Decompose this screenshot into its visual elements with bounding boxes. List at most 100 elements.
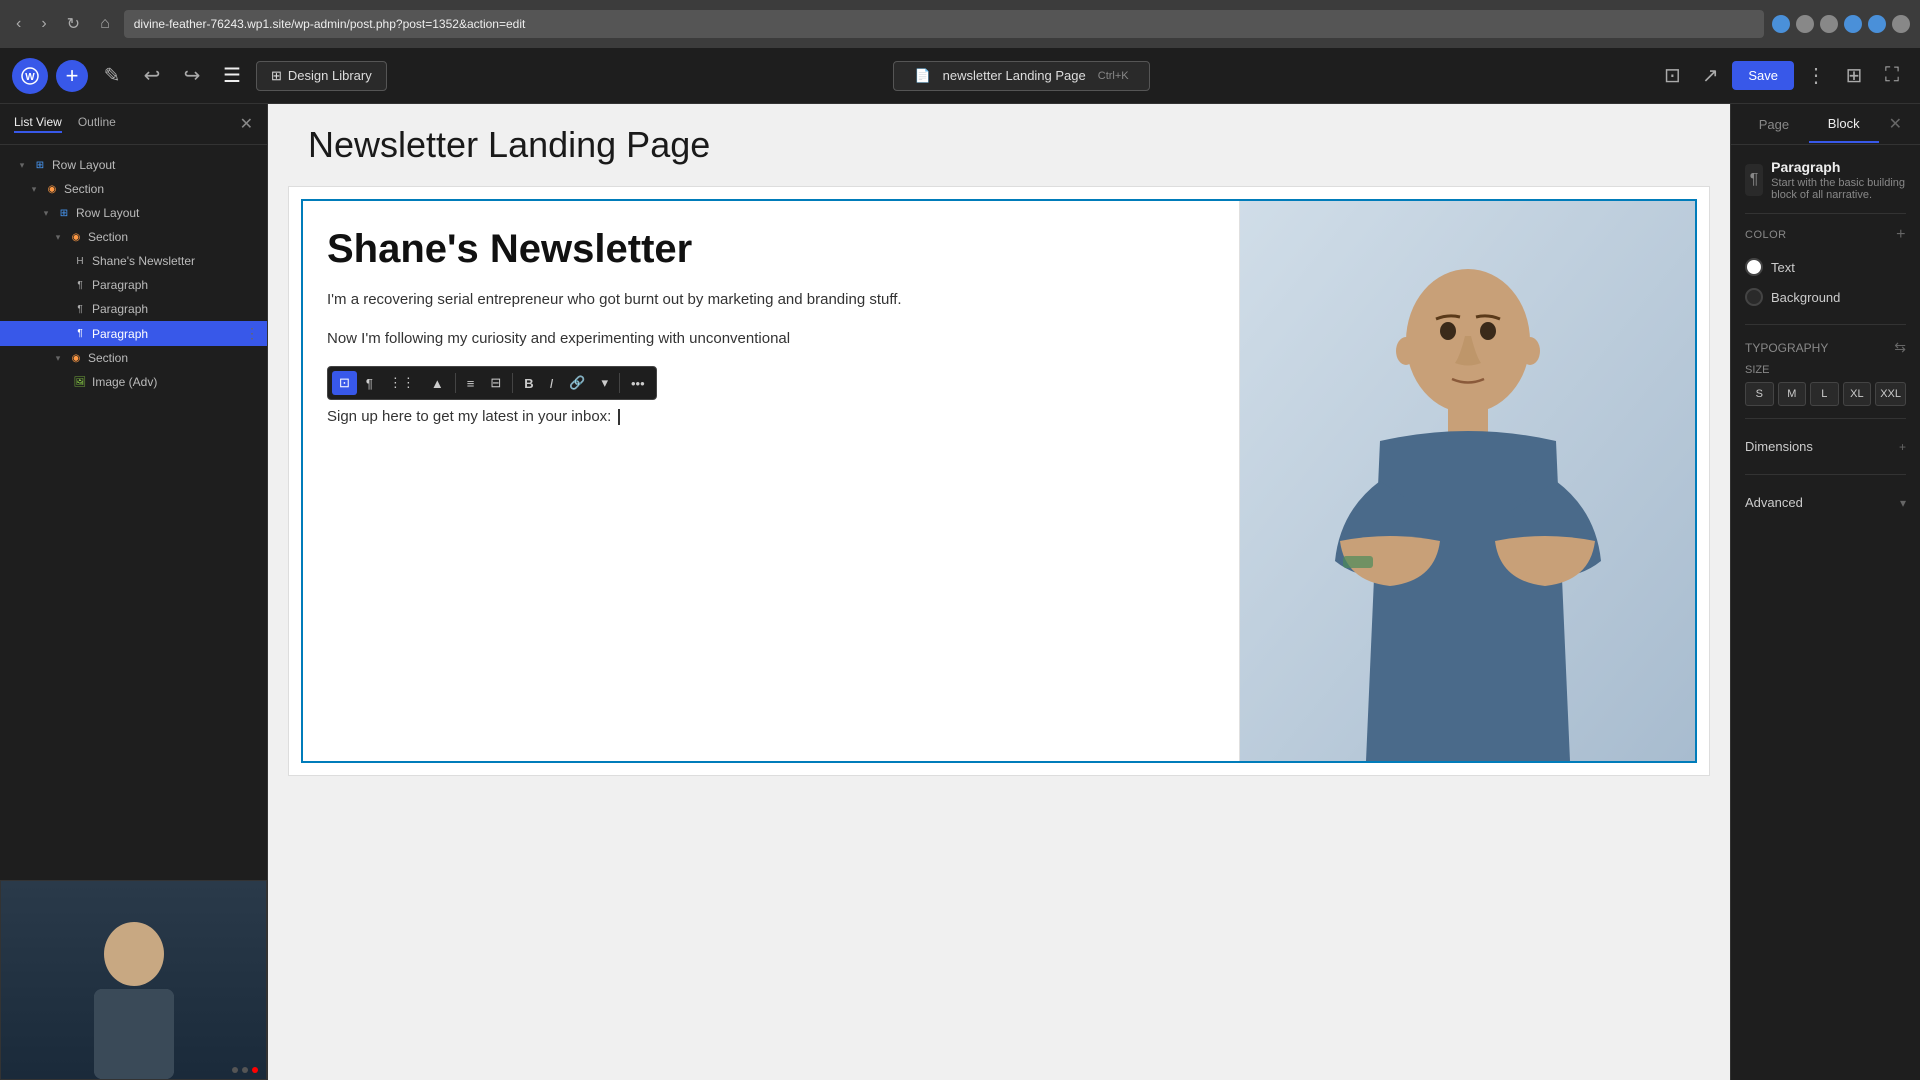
toolbar-divider-3 bbox=[619, 373, 620, 393]
color-add-icon[interactable]: + bbox=[1896, 226, 1906, 244]
person-svg bbox=[1240, 201, 1695, 761]
toolbar-more-dropdown-btn[interactable]: ▾ bbox=[594, 371, 615, 395]
canvas-left-column[interactable]: Shane's Newsletter I'm a recovering seri… bbox=[303, 201, 1240, 761]
panel-tabs: List View Outline bbox=[14, 115, 116, 133]
paragraph-block-icon: ¶ bbox=[72, 277, 88, 293]
advanced-label: Advanced bbox=[1745, 495, 1803, 510]
browser-forward-btn[interactable]: › bbox=[35, 11, 52, 37]
design-library-button[interactable]: ⊞ Design Library bbox=[256, 61, 387, 91]
tree-label: Row Layout bbox=[76, 206, 139, 220]
tab-outline[interactable]: Outline bbox=[78, 115, 116, 133]
divider-2 bbox=[1745, 324, 1906, 325]
sign-up-text-content: Sign up here to get my latest in your in… bbox=[327, 408, 611, 425]
background-color-swatch[interactable] bbox=[1745, 288, 1763, 306]
preview-button[interactable]: ⊡ bbox=[1656, 60, 1688, 92]
toolbar-move-btn[interactable]: ▲ bbox=[424, 372, 451, 395]
toolbar-link-btn[interactable]: 🔗 bbox=[562, 371, 592, 395]
browser-extension-icon-1[interactable] bbox=[1772, 15, 1790, 33]
right-panel-close-button[interactable]: ✕ bbox=[1879, 104, 1912, 144]
tab-page[interactable]: Page bbox=[1739, 107, 1809, 142]
advanced-toggle[interactable]: Advanced ▾ bbox=[1745, 487, 1906, 518]
paragraph-1[interactable]: I'm a recovering serial entrepreneur who… bbox=[327, 289, 1215, 312]
tree-item-section-2[interactable]: ▾ ◉ Section bbox=[0, 225, 267, 249]
browser-extension-icon-3[interactable] bbox=[1820, 15, 1838, 33]
browser-url-bar[interactable] bbox=[124, 10, 1764, 38]
toolbar-drag-btn[interactable]: ⊡ bbox=[332, 371, 357, 395]
tree-item-row-layout-2[interactable]: ▾ ⊞ Row Layout bbox=[0, 201, 267, 225]
block-type-icon: ¶ bbox=[1745, 164, 1763, 196]
browser-chrome: ‹ › ↻ ⌂ bbox=[0, 0, 1920, 48]
page-icon: 📄 bbox=[914, 68, 930, 84]
tree-item-section-1[interactable]: ▾ ◉ Section bbox=[0, 177, 267, 201]
panel-close-button[interactable]: ✕ bbox=[240, 114, 253, 134]
list-view-button[interactable]: ☰ bbox=[216, 60, 248, 92]
browser-back-btn[interactable]: ‹ bbox=[10, 11, 27, 37]
page-title-heading: Newsletter Landing Page bbox=[288, 124, 1710, 166]
color-row-background: Background bbox=[1745, 282, 1906, 312]
sign-up-text[interactable]: Sign up here to get my latest in your in… bbox=[327, 408, 1215, 425]
size-s-btn[interactable]: S bbox=[1745, 382, 1774, 406]
browser-extension-icon-2[interactable] bbox=[1796, 15, 1814, 33]
toolbar-italic-btn[interactable]: I bbox=[543, 372, 561, 395]
tree-item-paragraph-2[interactable]: ¶ Paragraph bbox=[0, 297, 267, 321]
tree-item-more-button[interactable]: ⋮ bbox=[245, 325, 259, 342]
size-xxl-btn[interactable]: XXL bbox=[1875, 382, 1906, 406]
tree-label: Section bbox=[64, 182, 104, 196]
size-xl-btn[interactable]: XL bbox=[1843, 382, 1872, 406]
edit-tools-button[interactable]: ✎ bbox=[96, 60, 128, 92]
browser-home-btn[interactable]: ⌂ bbox=[94, 11, 116, 37]
size-m-btn[interactable]: M bbox=[1778, 382, 1807, 406]
size-l-btn[interactable]: L bbox=[1810, 382, 1839, 406]
browser-extension-icon-4[interactable] bbox=[1844, 15, 1862, 33]
dimensions-add-icon[interactable]: + bbox=[1899, 440, 1906, 454]
wp-logo[interactable]: W bbox=[12, 58, 48, 94]
tab-block[interactable]: Block bbox=[1809, 106, 1879, 143]
toolbar-drag-handle-btn[interactable]: ⋮⋮ bbox=[382, 371, 422, 395]
tab-list-view[interactable]: List View bbox=[14, 115, 62, 133]
add-block-button[interactable]: + bbox=[56, 60, 88, 92]
tree-item-paragraph-3-selected[interactable]: ¶ Paragraph ⋮ bbox=[0, 321, 267, 346]
browser-extension-icon-5[interactable] bbox=[1868, 15, 1886, 33]
typography-label: Typography bbox=[1745, 341, 1828, 355]
canvas-area[interactable]: Newsletter Landing Page Shane's Newslett… bbox=[268, 104, 1730, 1080]
color-section-label: Color + bbox=[1745, 226, 1906, 244]
typography-edit-icon[interactable]: ⇆ bbox=[1894, 339, 1906, 356]
text-cursor bbox=[618, 409, 620, 425]
view-toggle-button[interactable]: ⊞ bbox=[1838, 60, 1870, 92]
fullscreen-button[interactable]: ⛶ bbox=[1876, 60, 1908, 92]
block-type-info: Paragraph Start with the basic building … bbox=[1771, 159, 1906, 201]
toolbar-table-btn[interactable]: ⊟ bbox=[483, 371, 508, 395]
undo-button[interactable]: ↩ bbox=[136, 60, 168, 92]
more-options-button[interactable]: ⋮ bbox=[1800, 60, 1832, 92]
toolbar-bold-btn[interactable]: B bbox=[517, 372, 540, 395]
color-label-text: Color bbox=[1745, 229, 1787, 241]
canvas-section[interactable]: Shane's Newsletter I'm a recovering seri… bbox=[301, 199, 1697, 763]
tree-item-section-3[interactable]: ▾ ◉ Section bbox=[0, 346, 267, 370]
tree-item-row-layout-1[interactable]: ▾ ⊞ Row Layout bbox=[0, 153, 267, 177]
page-title-bar[interactable]: 📄 newsletter Landing Page Ctrl+K bbox=[893, 61, 1149, 91]
text-color-label: Text bbox=[1771, 260, 1795, 275]
browser-profile-icon[interactable] bbox=[1892, 15, 1910, 33]
redo-button[interactable]: ↪ bbox=[176, 60, 208, 92]
size-label: SIZE bbox=[1745, 364, 1906, 376]
tree-item-shanes-newsletter[interactable]: H Shane's Newsletter bbox=[0, 249, 267, 273]
browser-refresh-btn[interactable]: ↻ bbox=[61, 10, 86, 38]
block-type-header: ¶ Paragraph Start with the basic buildin… bbox=[1745, 159, 1906, 201]
toolbar-paragraph-btn[interactable]: ¶ bbox=[359, 372, 380, 395]
background-color-label: Background bbox=[1771, 290, 1840, 305]
toolbar-align-btn[interactable]: ≡ bbox=[460, 372, 482, 395]
heading-block-icon: H bbox=[72, 253, 88, 269]
paragraph-2[interactable]: Now I'm following my curiosity and exper… bbox=[327, 328, 1215, 351]
dimensions-toggle[interactable]: Dimensions + bbox=[1745, 431, 1906, 462]
text-color-swatch[interactable] bbox=[1745, 258, 1763, 276]
toolbar-options-btn[interactable]: ••• bbox=[624, 372, 652, 395]
tree-item-image-adv[interactable]: 🖼 Image (Adv) bbox=[0, 370, 267, 394]
size-buttons: S M L XL XXL bbox=[1745, 382, 1906, 406]
tree-label: Section bbox=[88, 351, 128, 365]
external-link-button[interactable]: ↗ bbox=[1694, 60, 1726, 92]
newsletter-heading[interactable]: Shane's Newsletter bbox=[327, 225, 1215, 273]
toolbar-divider-2 bbox=[512, 373, 513, 393]
save-button[interactable]: Save bbox=[1732, 61, 1794, 90]
tree-item-paragraph-1[interactable]: ¶ Paragraph bbox=[0, 273, 267, 297]
row-layout-icon: ⊞ bbox=[56, 205, 72, 221]
